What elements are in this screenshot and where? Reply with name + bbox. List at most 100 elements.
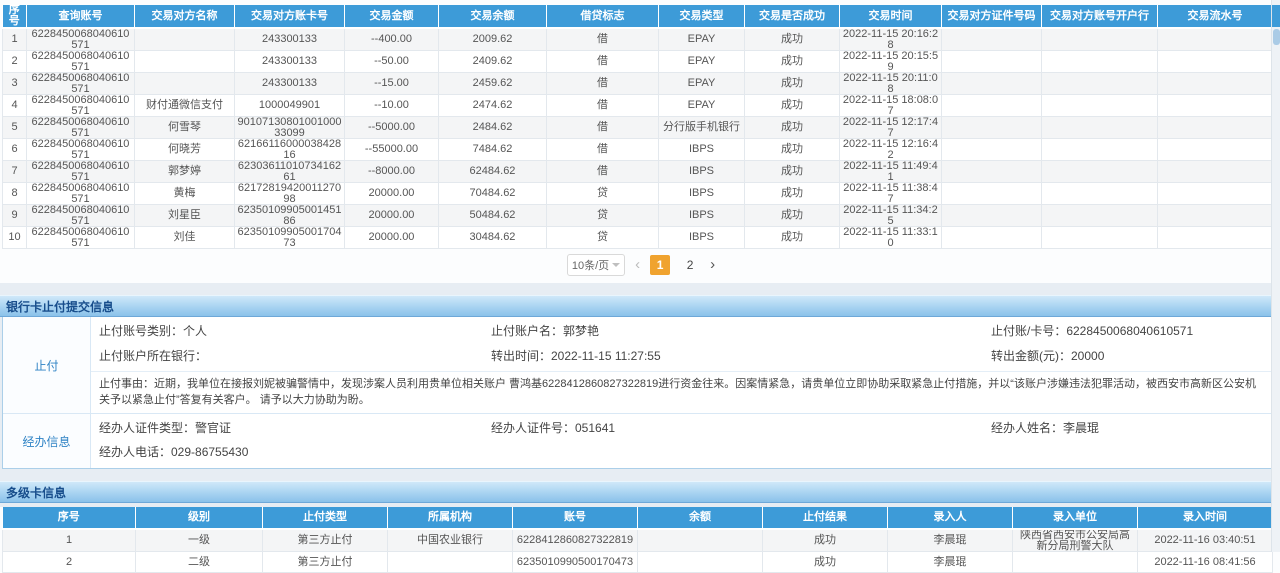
table-cell: 第三方止付	[263, 552, 388, 573]
table-row: 76228450068040610571郭梦婷62303611010734162…	[3, 161, 1273, 183]
column-header: 交易金额	[345, 5, 439, 28]
table-cell: 20000.00	[345, 205, 439, 227]
table-cell: 何晓芳	[135, 139, 235, 161]
table-cell	[942, 28, 1042, 51]
prev-page-button[interactable]: ‹	[635, 255, 640, 275]
table-cell: 6228450068040610571	[27, 227, 135, 249]
table-cell: 6217281942001127098	[235, 183, 345, 205]
table-row: 66228450068040610571何晓芳62166116000038428…	[3, 139, 1273, 161]
page-size-label: 10条/页	[572, 257, 609, 273]
page-size-select[interactable]: 10条/页	[567, 254, 625, 276]
table-cell: 2	[3, 51, 27, 73]
column-header: 序号	[3, 5, 27, 28]
table-cell	[135, 28, 235, 51]
table-cell: EPAY	[659, 95, 745, 117]
table-cell: 6228450068040610571	[27, 51, 135, 73]
field: 经办人电话：029-86755430	[99, 440, 491, 464]
column-header: 交易余额	[439, 5, 547, 28]
header-row: 序号查询账号交易对方名称交易对方账卡号交易金额交易余额借贷标志交易类型交易是否成…	[3, 5, 1273, 28]
table-cell: 借	[547, 117, 659, 139]
table-cell: 成功	[745, 117, 840, 139]
table-cell: 成功	[763, 552, 888, 573]
table-cell: 6230361101073416261	[235, 161, 345, 183]
table-cell	[638, 529, 763, 552]
table-cell	[1042, 117, 1158, 139]
table-cell: --50.00	[345, 51, 439, 73]
table-cell: 3	[3, 73, 27, 95]
table-cell: 6235010990500170473	[513, 552, 638, 573]
table-cell: IBPS	[659, 205, 745, 227]
table-row: 36228450068040610571 243300133--15.002459…	[3, 73, 1273, 95]
table-cell: 2022-11-15 12:16:42	[840, 139, 942, 161]
table-cell: 第三方止付	[263, 529, 388, 552]
field: 经办人姓名：李晨琨	[991, 416, 1273, 440]
table-cell: 成功	[745, 95, 840, 117]
table-cell: 2022-11-15 11:49:41	[840, 161, 942, 183]
table-cell: 借	[547, 51, 659, 73]
table-cell: --15.00	[345, 73, 439, 95]
table-cell: 2484.62	[439, 117, 547, 139]
table-cell: 借	[547, 161, 659, 183]
table-cell: EPAY	[659, 28, 745, 51]
table-cell: 2474.62	[439, 95, 547, 117]
table-cell: 6228450068040610571	[27, 117, 135, 139]
page-scrollbar[interactable]	[1271, 0, 1280, 552]
table-cell: --8000.00	[345, 161, 439, 183]
table-cell	[1158, 95, 1273, 117]
stop-payment-fields-row-2: 止付账户所在银行：转出时间：2022-11-15 11:27:55转出金额(元)…	[91, 344, 1273, 369]
table-cell: 2459.62	[439, 73, 547, 95]
table-cell: 243300133	[235, 51, 345, 73]
table-cell	[942, 117, 1042, 139]
table-cell	[942, 73, 1042, 95]
table-cell: 成功	[745, 28, 840, 51]
table-cell: 2409.62	[439, 51, 547, 73]
column-header: 借贷标志	[547, 5, 659, 28]
agent-info-group: 经办信息 经办人证件类型：警官证经办人证件号：051641经办人姓名：李晨琨 经…	[3, 413, 1273, 468]
page-1-button[interactable]: 1	[650, 255, 670, 275]
table-cell: EPAY	[659, 73, 745, 95]
table-row: 1一级第三方止付中国农业银行6228412860827322819成功李晨琨陕西…	[3, 529, 1273, 552]
table-cell: 成功	[745, 205, 840, 227]
table-cell	[1158, 28, 1273, 51]
field: 转出时间：2022-11-15 11:27:55	[491, 344, 991, 369]
column-header: 交易对方账卡号	[235, 5, 345, 28]
table-cell: 6228450068040610571	[27, 28, 135, 51]
column-header: 余额	[638, 507, 763, 529]
table-cell: 2022-11-16 03:40:51	[1138, 529, 1273, 552]
table-cell: 30484.62	[439, 227, 547, 249]
table-cell	[942, 51, 1042, 73]
table-cell: 6228450068040610571	[27, 73, 135, 95]
column-header: 录入人	[888, 507, 1013, 529]
scrollbar-header-cap	[1272, 5, 1280, 27]
field: 经办人证件号：051641	[491, 416, 991, 440]
table-cell: 6228412860827322819	[513, 529, 638, 552]
table-cell	[1158, 183, 1273, 205]
scrollbar-thumb[interactable]	[1273, 29, 1280, 45]
table-cell: 1	[3, 28, 27, 51]
table-cell	[1013, 552, 1138, 573]
table-cell: EPAY	[659, 51, 745, 73]
column-header: 交易是否成功	[745, 5, 840, 28]
column-header: 所属机构	[388, 507, 513, 529]
table-cell: 2022-11-15 20:16:28	[840, 28, 942, 51]
table-cell: 借	[547, 28, 659, 51]
table-cell	[1042, 183, 1158, 205]
table-cell: --10.00	[345, 95, 439, 117]
header-row: 序号级别止付类型所属机构账号余额止付结果录入人录入单位录入时间	[3, 507, 1273, 529]
field: 止付账/卡号：6228450068040610571	[991, 319, 1273, 344]
table-cell	[1158, 161, 1273, 183]
table-cell	[942, 227, 1042, 249]
table-cell: 黄梅	[135, 183, 235, 205]
table-cell	[942, 183, 1042, 205]
table-row: 26228450068040610571 243300133--50.002409…	[3, 51, 1273, 73]
next-page-button[interactable]: ›	[710, 255, 715, 275]
table-cell: 8	[3, 183, 27, 205]
page-2-button[interactable]: 2	[680, 255, 700, 275]
table-cell: 243300133	[235, 73, 345, 95]
table-cell: 李晨琨	[888, 552, 1013, 573]
agent-fields-row-2: 经办人电话：029-86755430	[91, 440, 1273, 464]
table-cell	[135, 51, 235, 73]
column-header: 交易对方证件号码	[942, 5, 1042, 28]
table-cell: 6228450068040610571	[27, 161, 135, 183]
field: 止付账户所在银行：	[99, 344, 491, 369]
